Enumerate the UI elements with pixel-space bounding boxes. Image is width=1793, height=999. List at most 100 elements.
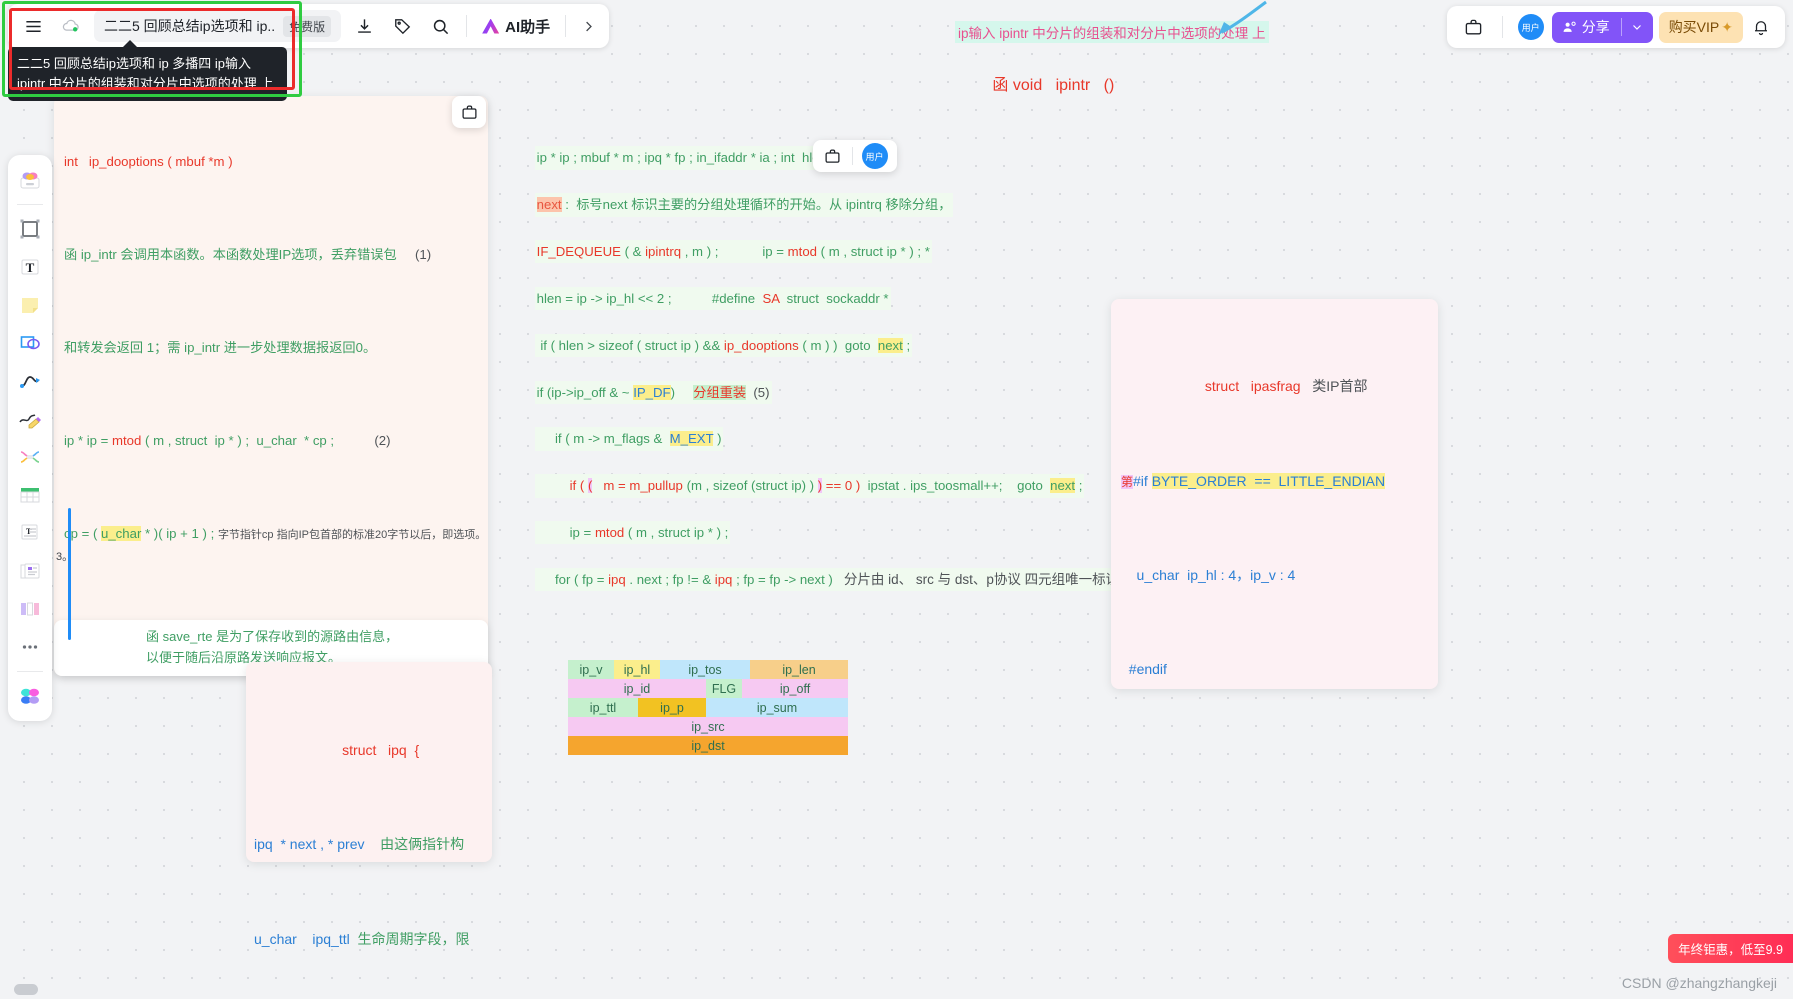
- selection-handle-left[interactable]: [68, 508, 71, 640]
- ip-diagram-row: ip_dst: [568, 736, 848, 755]
- ip-header-diagram[interactable]: ip_v ip_hl ip_tos ip_len ip_id FLG ip_off ip_tt…: [568, 660, 848, 755]
- share-divider: [1620, 18, 1622, 36]
- note-struct-ipasfrag[interactable]: struct ipasfrag 类IP首部 第#if BYTE_ORDER ==…: [1111, 299, 1438, 689]
- top-right-toolbar[interactable]: 用户 分享 购买VIP ✦: [1446, 6, 1785, 48]
- whiteboard-canvas[interactable]: 函 void ipintr () ip * ip ; mbuf * m ; ip…: [0, 0, 1793, 999]
- document-title-tooltip: 二二5 回顾总结ip选项和 ip 多播四 ip输入 ipintr 中分片的组装和…: [8, 40, 287, 101]
- card-stack-icon: [20, 563, 40, 579]
- tooltip-arrow: [122, 40, 138, 48]
- template-stack-icon: [20, 172, 40, 189]
- rail-item-mindmap[interactable]: [12, 439, 48, 475]
- note-struct-ipq[interactable]: struct ipq { ipq * next , * prev 由这俩指针构 …: [246, 662, 492, 947]
- download-button[interactable]: [345, 7, 383, 45]
- save-rte-line1: 函 save_rte 是为了保存收到的源路由信息，: [146, 629, 399, 644]
- rail-item-card[interactable]: [12, 553, 48, 589]
- toolbar-divider: [466, 15, 468, 37]
- ip-diagram-row: ip_v ip_hl ip_tos ip_len: [568, 660, 848, 679]
- table-icon: [20, 488, 40, 503]
- promo-banner[interactable]: 年终钜惠，低至9.9: [1668, 934, 1793, 963]
- share-button[interactable]: 分享: [1551, 11, 1653, 43]
- shapes-icon: [20, 336, 40, 350]
- search-button[interactable]: [421, 7, 459, 45]
- rail-item-frame[interactable]: [12, 211, 48, 247]
- handle-label: 3。: [56, 551, 74, 563]
- briefcase-icon: [461, 104, 477, 119]
- rail-item-more[interactable]: [12, 629, 48, 665]
- briefcase-button[interactable]: [1455, 8, 1493, 46]
- ip-diagram-row: ip_id FLG ip_off: [568, 679, 848, 698]
- briefcase-icon: [825, 148, 840, 163]
- avatar-wrap[interactable]: 用户: [1512, 14, 1550, 40]
- cloud-sync-icon: [62, 19, 79, 32]
- ai-assistant-label: AI助手: [505, 18, 551, 36]
- menu-button[interactable]: [14, 7, 52, 45]
- pencil-draw-icon: [19, 414, 41, 429]
- ip-diagram-row: ip_ttl ip_p ip_sum: [568, 698, 848, 717]
- rail-item-pen[interactable]: [12, 401, 48, 437]
- vip-diamond-icon: ✦: [1721, 18, 1733, 35]
- ip-field-ip_ttl: ip_ttl: [568, 698, 638, 717]
- rail-item-sticky[interactable]: [12, 287, 48, 323]
- briefcase-icon: [1465, 19, 1482, 35]
- free-version-badge: 免费版: [283, 15, 332, 37]
- rail-item-text[interactable]: T: [12, 249, 48, 285]
- ip-field-FLG: FLG: [706, 679, 742, 698]
- ip-field-ip_len: ip_len: [750, 660, 848, 679]
- note-ip-dooptions[interactable]: int ip_dooptions ( mbuf *m ) 函 ip_intr 会…: [54, 96, 488, 676]
- rail-item-kanban[interactable]: [12, 591, 48, 627]
- tooltip-text: 二二5 回顾总结ip选项和 ip 多播四 ip输入 ipintr 中分片的组装和…: [17, 56, 274, 91]
- rail-divider: [17, 204, 43, 205]
- ip-field-ip_tos: ip_tos: [660, 660, 750, 679]
- ip-field-ip_p: ip_p: [638, 698, 706, 717]
- cloud-sync-button[interactable]: [52, 7, 90, 45]
- avatar[interactable]: 用户: [861, 143, 888, 169]
- share-label: 分享: [1581, 19, 1610, 35]
- tag-button[interactable]: [383, 7, 421, 45]
- chip-avatar-wrap[interactable]: 用户: [853, 140, 897, 172]
- ai-logo-icon: [482, 18, 500, 34]
- text-box-icon: T: [21, 259, 39, 275]
- share-dropdown-button[interactable]: [1631, 21, 1649, 33]
- search-icon: [433, 19, 448, 34]
- rail-item-templates[interactable]: [12, 162, 48, 198]
- svg-text:T: T: [26, 260, 35, 275]
- chevron-down-icon: [1632, 25, 1641, 30]
- ip-field-ip_src: ip_src: [568, 717, 848, 736]
- horizontal-scrollbar[interactable]: [14, 984, 38, 995]
- topright-divider: [1501, 16, 1503, 38]
- ip-field-ip_id: ip_id: [568, 679, 706, 698]
- color-palette-icon: [21, 688, 39, 704]
- notifications-button[interactable]: [1745, 11, 1777, 43]
- ip-diagram-row: ip_src: [568, 717, 848, 736]
- ip-field-ip_sum: ip_sum: [706, 698, 848, 717]
- document-tab[interactable]: 二二5 回顾总结ip选项和 ip.. 免费版: [94, 10, 342, 42]
- rail-item-color[interactable]: [12, 678, 48, 714]
- clipboard-chip-mid[interactable]: [814, 140, 852, 172]
- ip-field-ip_dst: ip_dst: [568, 736, 848, 755]
- buy-vip-button[interactable]: 购买VIP ✦: [1658, 11, 1743, 43]
- ai-assistant-button[interactable]: AI助手: [474, 10, 558, 42]
- tag-icon: [394, 18, 410, 34]
- rail-item-doc[interactable]: T: [12, 515, 48, 551]
- rail-item-table[interactable]: [12, 477, 48, 513]
- ipq-title: struct ipq {: [342, 741, 420, 758]
- hamburger-menu-icon: [25, 20, 41, 32]
- top-toolbar[interactable]: 二二5 回顾总结ip选项和 ip.. 免费版 AI助手: [8, 4, 610, 48]
- tool-rail[interactable]: T T: [8, 155, 52, 721]
- canvas-chip-bar[interactable]: 用户: [813, 140, 897, 172]
- share-user-icon: [1563, 21, 1576, 32]
- rail-item-connector[interactable]: [12, 363, 48, 399]
- avatar[interactable]: 用户: [1517, 14, 1544, 40]
- rail-item-shape[interactable]: [12, 325, 48, 361]
- more-dots-icon: [22, 645, 38, 649]
- ip-field-ip_off: ip_off: [742, 679, 848, 698]
- blue-arrow-icon: [1218, 0, 1267, 36]
- clipboard-chip-left[interactable]: [452, 96, 486, 128]
- mindmap-icon: [20, 451, 40, 463]
- document-title: 二二5 回顾总结ip选项和 ip..: [104, 18, 276, 34]
- watermark: CSDN @zhangzhangkeji: [1621, 975, 1777, 991]
- expand-toolbar-button[interactable]: [573, 11, 603, 41]
- ipasfrag-title: struct ipasfrag 类IP首部: [1204, 378, 1368, 395]
- sticky-note-icon: [22, 298, 38, 313]
- ip-field-ip_v: ip_v: [568, 660, 614, 679]
